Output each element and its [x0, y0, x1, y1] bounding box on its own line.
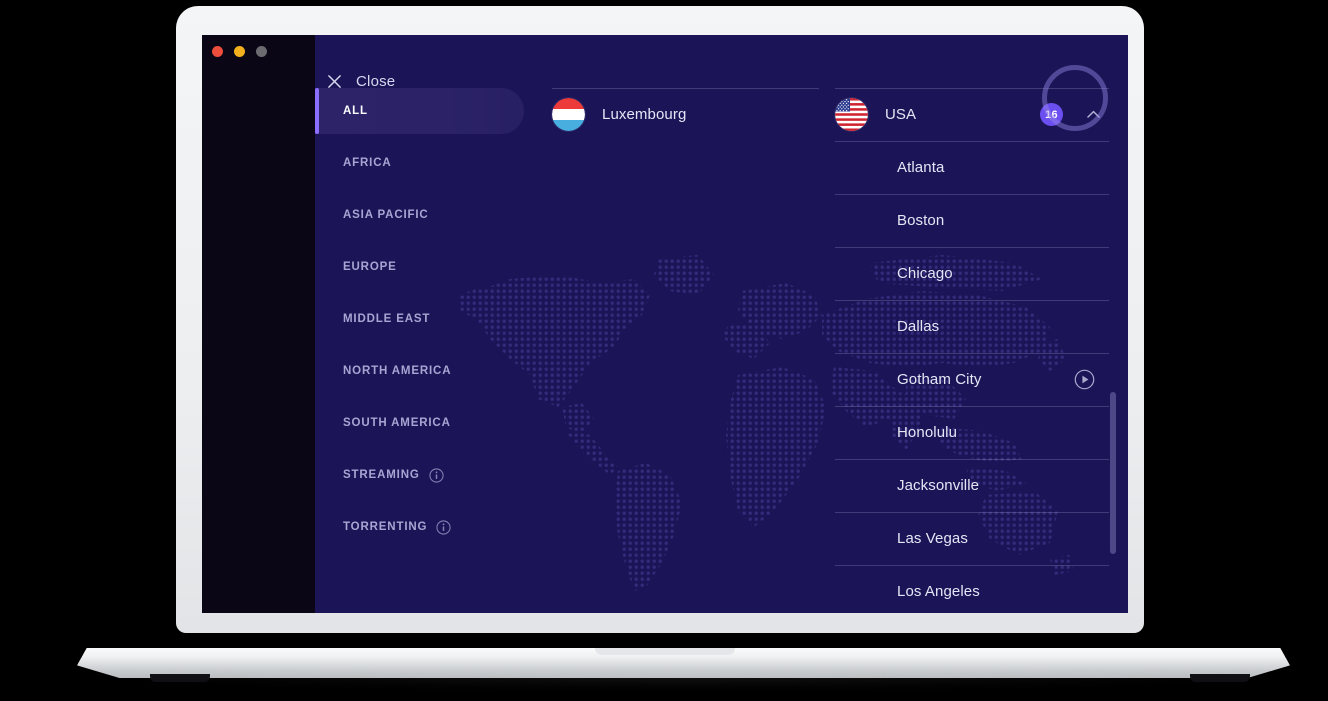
sidebar-item-asia-pacific[interactable]: ASIA PACIFIC — [315, 192, 525, 238]
city-name: Honolulu — [897, 424, 958, 441]
zoom-window-dot[interactable] — [256, 46, 267, 57]
city-row[interactable]: Los Angeles — [835, 565, 1117, 613]
close-icon — [328, 75, 341, 88]
city-name: Gotham City — [897, 371, 982, 388]
usa-flag-icon — [835, 98, 868, 131]
window-left-rail — [202, 35, 315, 613]
city-row[interactable]: Jacksonville — [835, 459, 1117, 512]
sidebar-item-label: MIDDLE EAST — [343, 313, 431, 325]
city-row[interactable]: Atlanta — [835, 141, 1117, 194]
scrollbar-thumb[interactable] — [1110, 392, 1116, 554]
sidebar-item-label: ALL — [343, 105, 368, 117]
laptop-screen: Close ALL AFRICA ASIA PACIFIC EUROPE MID… — [202, 35, 1128, 613]
city-name: Las Vegas — [897, 530, 968, 547]
laptop-base-notch — [595, 648, 735, 655]
city-name: Dallas — [897, 318, 940, 335]
laptop-shadow — [60, 672, 1310, 688]
sidebar-item-streaming[interactable]: STREAMING — [315, 452, 525, 498]
window-traffic-lights[interactable] — [212, 46, 267, 57]
category-sidebar: ALL AFRICA ASIA PACIFIC EUROPE MIDDLE EA… — [315, 88, 525, 550]
country-name: USA — [885, 106, 917, 123]
screenshot-stage: Close ALL AFRICA ASIA PACIFIC EUROPE MID… — [0, 0, 1328, 701]
info-icon[interactable] — [436, 519, 451, 535]
chevron-up-icon[interactable] — [1083, 104, 1104, 125]
sidebar-item-label: SOUTH AMERICA — [343, 417, 451, 429]
city-name: Boston — [897, 212, 945, 229]
info-icon[interactable] — [429, 467, 444, 483]
sidebar-item-label: TORRENTING — [343, 521, 428, 533]
sidebar-item-middle-east[interactable]: MIDDLE EAST — [315, 296, 525, 342]
sidebar-item-label: EUROPE — [343, 261, 397, 273]
country-row-luxembourg[interactable]: Luxembourg — [552, 88, 827, 141]
laptop-foot-left — [150, 674, 210, 682]
city-row[interactable]: Gotham City — [835, 353, 1117, 406]
sidebar-item-europe[interactable]: EUROPE — [315, 244, 525, 290]
country-row-usa[interactable]: USA 16 — [835, 88, 1117, 141]
sidebar-item-label: ASIA PACIFIC — [343, 209, 429, 221]
city-name: Chicago — [897, 265, 953, 282]
city-row[interactable]: Las Vegas — [835, 512, 1117, 565]
minimize-window-dot[interactable] — [234, 46, 245, 57]
sidebar-item-north-america[interactable]: NORTH AMERICA — [315, 348, 525, 394]
city-name: Jacksonville — [897, 477, 980, 494]
sidebar-item-all[interactable]: ALL — [315, 88, 524, 134]
city-name: Los Angeles — [897, 583, 980, 600]
sidebar-item-label: AFRICA — [343, 157, 392, 169]
sidebar-item-south-america[interactable]: SOUTH AMERICA — [315, 400, 525, 446]
sidebar-item-label: STREAMING — [343, 469, 420, 481]
vpn-server-picker-app: Close ALL AFRICA ASIA PACIFIC EUROPE MID… — [202, 35, 1128, 613]
close-window-dot[interactable] — [212, 46, 223, 57]
sidebar-item-label: NORTH AMERICA — [343, 365, 452, 377]
server-column: USA 16 Atlanta Boston Chicago Dallas Got… — [835, 88, 1117, 613]
scrollbar-track[interactable] — [1110, 95, 1116, 607]
luxembourg-flag-icon — [552, 98, 585, 131]
city-row[interactable]: Boston — [835, 194, 1117, 247]
laptop-foot-right — [1190, 674, 1250, 682]
server-count-badge: 16 — [1040, 103, 1063, 126]
country-column: Luxembourg — [552, 88, 827, 141]
play-icon[interactable] — [1074, 369, 1095, 390]
city-row[interactable]: Chicago — [835, 247, 1117, 300]
sidebar-item-africa[interactable]: AFRICA — [315, 140, 525, 186]
city-name: Atlanta — [897, 159, 945, 176]
sidebar-item-torrenting[interactable]: TORRENTING — [315, 504, 525, 550]
city-row[interactable]: Honolulu — [835, 406, 1117, 459]
city-row[interactable]: Dallas — [835, 300, 1117, 353]
country-name: Luxembourg — [602, 106, 687, 123]
